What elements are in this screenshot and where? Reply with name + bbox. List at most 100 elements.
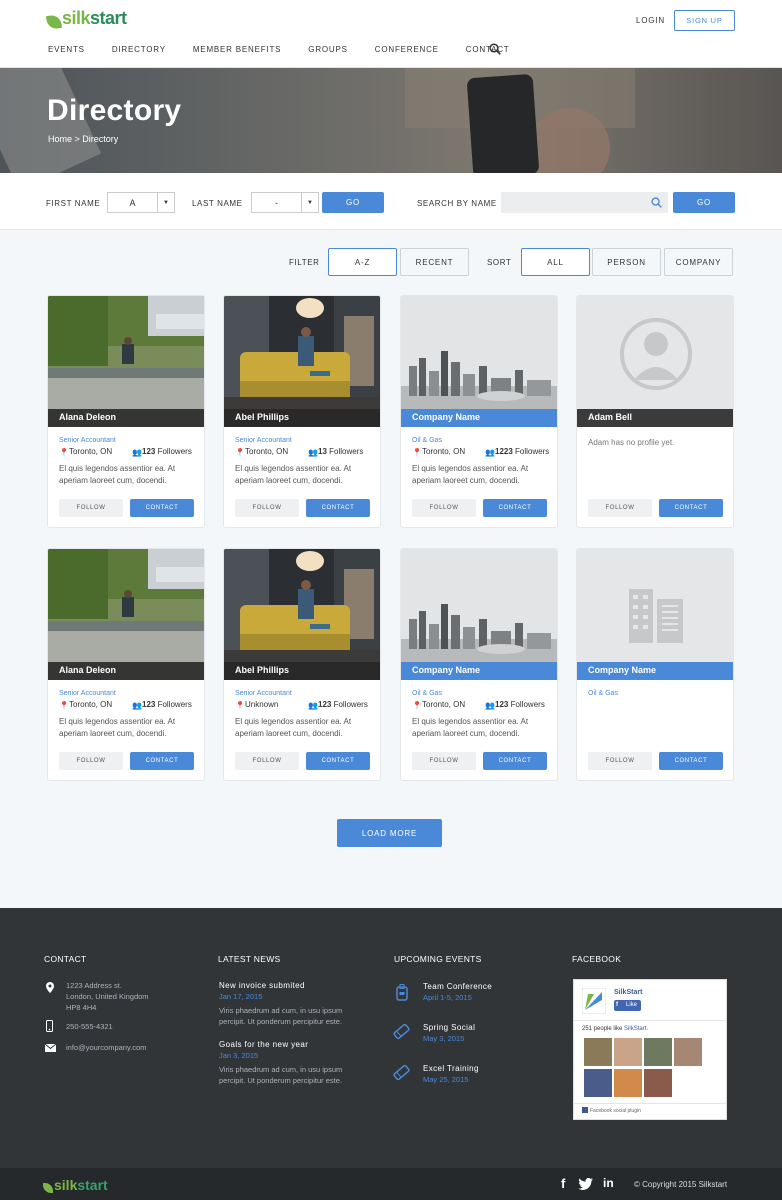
location-text: Toronto, ON: [69, 700, 112, 709]
users-icon: 👥: [132, 701, 139, 708]
nav-directory[interactable]: DIRECTORY: [112, 45, 166, 54]
location-pin-icon: 📍: [412, 448, 419, 455]
company-card[interactable]: Company Name Oil & Gas 📍Toronto, ON 👥123…: [400, 548, 558, 781]
follow-button[interactable]: FOLLOW: [412, 499, 476, 517]
member-card[interactable]: Abel Phillips Senior Accountant 📍Toronto…: [223, 295, 381, 528]
member-card[interactable]: Alana Deleon Senior Accountant 📍Toronto,…: [47, 295, 205, 528]
follow-button[interactable]: FOLLOW: [588, 752, 652, 770]
login-link[interactable]: LOGIN: [636, 16, 665, 25]
fan-avatar[interactable]: [584, 1038, 612, 1066]
filter-az-button[interactable]: A-Z: [328, 248, 397, 276]
sort-person-button[interactable]: PERSON: [592, 248, 661, 276]
contact-button[interactable]: CONTACT: [483, 752, 547, 770]
company-card[interactable]: Company Name Oil & Gas 📍Toronto, ON 👥122…: [400, 295, 558, 528]
first-name-label: FIRST NAME: [46, 199, 100, 208]
location-pin-icon: [46, 982, 54, 993]
fan-avatar[interactable]: [644, 1069, 672, 1097]
last-name-select[interactable]: - ▼: [251, 192, 319, 213]
name-go-button[interactable]: GO: [322, 192, 384, 213]
logo-text-start: start: [90, 8, 127, 29]
load-more-button[interactable]: LOAD MORE: [337, 819, 442, 847]
location-pin-icon: 📍: [59, 448, 66, 455]
company-name[interactable]: Company Name: [577, 662, 733, 680]
nav-events[interactable]: EVENTS: [48, 45, 85, 54]
logo[interactable]: silkstart: [47, 8, 127, 29]
follow-button[interactable]: FOLLOW: [59, 499, 123, 517]
member-card[interactable]: Alana Deleon Senior Accountant 📍Toronto,…: [47, 548, 205, 781]
member-photo: Abel Phillips: [224, 296, 380, 427]
company-meta: 📍Toronto, ON 👥1223 Followers: [412, 447, 557, 456]
company-name[interactable]: Company Name: [401, 662, 557, 680]
footer-logo[interactable]: silkstart: [43, 1177, 108, 1193]
contact-button[interactable]: CONTACT: [306, 752, 370, 770]
follow-button[interactable]: FOLLOW: [588, 499, 652, 517]
member-name[interactable]: Alana Deleon: [48, 409, 204, 427]
facebook-widget[interactable]: SilkStart fLike 251 people like SilkStar…: [573, 979, 727, 1120]
event-title[interactable]: Team Conference: [423, 982, 492, 991]
contact-button[interactable]: CONTACT: [659, 499, 723, 517]
contact-button[interactable]: CONTACT: [130, 752, 194, 770]
event-title[interactable]: Excel Training: [423, 1064, 479, 1073]
member-name[interactable]: Adam Bell: [577, 409, 733, 427]
search-input[interactable]: [501, 192, 668, 213]
member-card[interactable]: Abel Phillips Senior Accountant 📍Unknown…: [223, 548, 381, 781]
contact-button[interactable]: CONTACT: [130, 499, 194, 517]
event-title[interactable]: Spring Social: [423, 1023, 475, 1032]
nav-member-benefits[interactable]: MEMBER BENEFITS: [193, 45, 281, 54]
followers-count: 13: [318, 447, 327, 456]
footer-email[interactable]: info@yourcompany.com: [66, 1042, 146, 1053]
follow-button[interactable]: FOLLOW: [412, 752, 476, 770]
news-excerpt-line: Viris phaedrum ad cum, in usu ipsum: [219, 1064, 342, 1075]
filter-recent-button[interactable]: RECENT: [400, 248, 469, 276]
event-date: May 25, 2015: [423, 1075, 468, 1084]
twitter-icon[interactable]: [578, 1178, 593, 1190]
footer-phone[interactable]: 250-555-4321: [66, 1021, 113, 1032]
fb-page-name[interactable]: SilkStart: [614, 989, 642, 996]
fan-avatar[interactable]: [674, 1038, 702, 1066]
contact-button[interactable]: CONTACT: [306, 499, 370, 517]
followers-count: 123: [142, 447, 155, 456]
nav-conference[interactable]: CONFERENCE: [375, 45, 439, 54]
nav-contact[interactable]: CONTACT: [466, 45, 510, 54]
member-title: Senior Accountant: [59, 437, 204, 444]
site-header: silkstart LOGIN SIGN UP EVENTS DIRECTORY…: [0, 0, 782, 68]
contact-button[interactable]: CONTACT: [483, 499, 547, 517]
nav-groups[interactable]: GROUPS: [308, 45, 347, 54]
search-go-button[interactable]: GO: [673, 192, 735, 213]
copyright: © Copyright 2015 Silkstart: [634, 1180, 727, 1189]
contact-button[interactable]: CONTACT: [659, 752, 723, 770]
news-title[interactable]: Goals for the new year: [219, 1040, 308, 1049]
users-icon: 👥: [485, 448, 492, 455]
signup-button[interactable]: SIGN UP: [674, 10, 735, 31]
search-icon[interactable]: [651, 197, 662, 208]
member-name[interactable]: Alana Deleon: [48, 662, 204, 680]
breadcrumb[interactable]: Home > Directory: [48, 134, 118, 144]
member-card[interactable]: Adam Bell Adam has no profile yet. FOLLO…: [576, 295, 734, 528]
follow-button[interactable]: FOLLOW: [59, 752, 123, 770]
fb-like-button[interactable]: fLike: [614, 1000, 641, 1011]
followers-label: Followers: [515, 447, 549, 456]
fan-avatar[interactable]: [614, 1038, 642, 1066]
member-name[interactable]: Abel Phillips: [224, 662, 380, 680]
fan-avatar[interactable]: [644, 1038, 672, 1066]
company-photo: Company Name: [401, 549, 557, 680]
fan-avatar[interactable]: [584, 1069, 612, 1097]
company-card[interactable]: Company Name Oil & Gas FOLLOW CONTACT: [576, 548, 734, 781]
news-date: Jan 17, 2015: [219, 992, 262, 1001]
logo-text-silk: silk: [62, 8, 90, 29]
fan-avatar[interactable]: [614, 1069, 642, 1097]
last-name-value: -: [252, 198, 301, 208]
sort-all-button[interactable]: ALL: [521, 248, 590, 276]
fb-count-page[interactable]: SilkStart.: [624, 1026, 648, 1032]
sort-company-button[interactable]: COMPANY: [664, 248, 733, 276]
news-title[interactable]: New invoice submited: [219, 981, 305, 990]
company-name[interactable]: Company Name: [401, 409, 557, 427]
facebook-icon[interactable]: f: [561, 1176, 565, 1191]
first-name-select[interactable]: A ▼: [107, 192, 175, 213]
skyline-photo: [401, 296, 557, 427]
follow-button[interactable]: FOLLOW: [235, 499, 299, 517]
member-name[interactable]: Abel Phillips: [224, 409, 380, 427]
follow-button[interactable]: FOLLOW: [235, 752, 299, 770]
linkedin-icon[interactable]: in: [603, 1176, 614, 1190]
search-icon[interactable]: [489, 43, 501, 55]
